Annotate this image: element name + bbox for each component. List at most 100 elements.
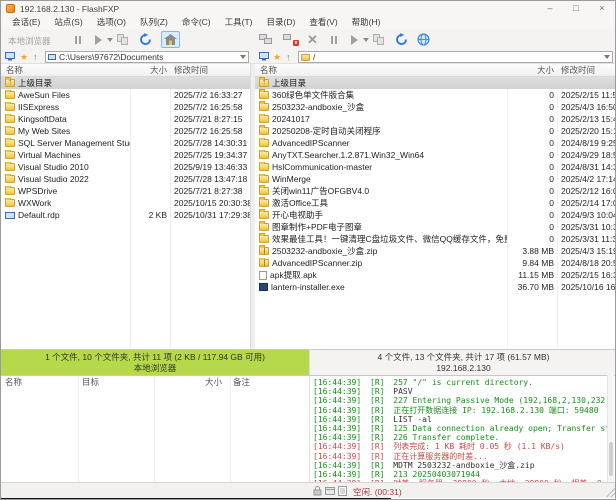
file-row[interactable]: Default.rdp 2 KB 2025/10/31 17:29:38 — [1, 209, 250, 221]
refresh-local-button[interactable] — [139, 32, 152, 47]
column-header-name[interactable]: 名称 — [255, 64, 507, 76]
file-row[interactable]: 360绿色单文件版合集 0 2025/2/15 11:54: — [255, 89, 616, 101]
menu-item[interactable]: 帮助(H) — [345, 16, 388, 29]
sort-indicator-icon: ˆ — [173, 64, 176, 71]
menu-item[interactable]: 站点(S) — [47, 16, 89, 29]
file-row[interactable]: My Web Sites 2025/7/2 16:25:58 — [1, 125, 250, 137]
disconnect-button[interactable]: x — [283, 32, 297, 47]
pause-button[interactable] — [75, 32, 81, 47]
file-row[interactable]: IISExpress 2025/7/2 16:25:58 — [1, 101, 250, 113]
local-tree-toggle[interactable] — [5, 52, 15, 63]
queue-start-button[interactable] — [351, 32, 358, 47]
file-row[interactable]: 激活Office工具 0 2025/2/14 17:04: — [255, 197, 616, 209]
folder-icon — [301, 54, 310, 61]
file-row[interactable]: 图章制作+PDF电子图章 0 2025/3/31 10:30: — [255, 221, 616, 233]
column-header-size[interactable]: 大小 — [130, 64, 170, 76]
transfer-icon — [373, 34, 385, 45]
file-name: 激活Office工具 — [272, 197, 328, 209]
remote-path-combobox[interactable]: / — [298, 51, 613, 63]
local-go-up-button[interactable]: ↑ — [33, 52, 38, 62]
globe-icon — [417, 33, 430, 46]
file-name: 图章制作+PDF电子图章 — [272, 221, 362, 233]
local-path-combobox[interactable]: C:\Users\97672\Documents — [45, 51, 249, 63]
remote-favorites-button[interactable]: ★ — [273, 52, 281, 62]
close-button[interactable]: × — [589, 1, 615, 16]
parent-directory-row[interactable]: 上级目录 — [255, 77, 616, 89]
chevron-down-icon[interactable] — [604, 55, 610, 59]
refresh-remote-button[interactable] — [395, 32, 408, 47]
menu-item[interactable]: 会话(E) — [5, 16, 47, 29]
menu-item[interactable]: 队列(Z) — [133, 16, 175, 29]
file-row[interactable]: lantern-installer.exe 36.70 MB 2025/10/1… — [255, 281, 616, 293]
local-browser-label[interactable]: 本地浏览器 — [8, 35, 51, 47]
file-row[interactable]: Visual Studio 2010 2025/9/19 13:46:33 — [1, 161, 250, 173]
column-header-name[interactable]: 名称 — [1, 64, 130, 76]
queue-pause-button[interactable] — [331, 32, 337, 47]
queue-column-name[interactable]: 名称 — [1, 376, 78, 388]
menu-item[interactable]: 目录(D) — [260, 16, 303, 29]
file-row[interactable]: 2503232-andboxie_沙盒 0 2025/4/3 16:50:0 — [255, 101, 616, 113]
start-transfer-button[interactable] — [95, 32, 102, 47]
file-row[interactable]: WXWork 2025/10/15 20:30:38 — [1, 197, 250, 209]
minimize-button[interactable]: – — [537, 1, 563, 16]
site-browser-button[interactable] — [417, 32, 430, 47]
file-row[interactable]: 2503232-andboxie_沙盒.zip 3.88 MB 2025/4/3… — [255, 245, 616, 257]
file-row[interactable]: apk提取.apk 11.15 MB 2025/2/15 16:37: — [255, 269, 616, 281]
log-timestamp: [16:44:39] — [313, 442, 361, 451]
transfer-queue-panel[interactable]: 名称 目标 大小 备注 — [1, 375, 309, 482]
file-row[interactable]: 20241017 0 2025/2/13 15:45: — [255, 113, 616, 125]
local-favorites-button[interactable]: ★ — [20, 52, 28, 62]
file-size: 0 — [507, 138, 557, 148]
file-modified: 2024/9/3 10:04:0 — [557, 210, 616, 220]
scrollbar-thumb[interactable] — [609, 442, 613, 476]
connect-button[interactable] — [259, 32, 273, 47]
file-row[interactable]: Virtual Machines 2025/7/25 19:34:37 — [1, 149, 250, 161]
file-row[interactable]: AweSun Files 2025/7/2 16:33:27 — [1, 89, 250, 101]
log-timestamp: [16:44:39] — [313, 387, 361, 396]
file-row[interactable]: AdvancedIPScanner.zip 9.84 MB 2024/8/18 … — [255, 257, 616, 269]
file-row[interactable]: 关闭win11广告OFGBV4.0 0 2025/2/12 16:02: — [255, 185, 616, 197]
file-modified: 2025/3/31 10:30: — [557, 222, 616, 232]
log-tag: [R] — [370, 461, 384, 470]
drive-icon — [48, 54, 56, 60]
remote-transfer-mode-button[interactable] — [373, 32, 385, 47]
file-row[interactable]: AdvancedIPScanner 0 2024/8/19 9:25:0 — [255, 137, 616, 149]
column-header-size[interactable]: 大小 — [507, 64, 557, 76]
file-row[interactable]: 开心电视助手 0 2024/9/3 10:04:0 — [255, 209, 616, 221]
menu-item[interactable]: 工具(T) — [218, 16, 260, 29]
file-row[interactable]: Visual Studio 2022 2025/7/28 13:47:18 — [1, 173, 250, 185]
log-scrollbar[interactable] — [607, 375, 614, 482]
file-size: 0 — [507, 114, 557, 124]
resize-grip[interactable] — [606, 487, 616, 497]
file-row[interactable]: SQL Server Management Studio 2025/7/28 1… — [1, 137, 250, 149]
queue-column-size[interactable]: 大小 — [154, 376, 226, 388]
abort-button[interactable]: ✕ — [307, 32, 318, 47]
maximize-button[interactable]: □ — [563, 1, 589, 16]
chevron-down-icon[interactable] — [240, 55, 246, 59]
file-row[interactable]: WinMerge 0 2025/4/2 17:14:0 — [255, 173, 616, 185]
file-row[interactable]: WPSDrive 2025/7/21 8:27:38 — [1, 185, 250, 197]
file-size: 0 — [507, 186, 557, 196]
menu-item[interactable]: 选项(O) — [90, 16, 133, 29]
file-row[interactable]: 效果最佳工具！一键清理C盘垃圾文件、微信QQ缓存文件，免费好用，免安装版本 0 … — [255, 233, 616, 245]
file-row[interactable]: 20250208-定时自动关闭程序 0 2025/2/20 15:17: — [255, 125, 616, 137]
log-timestamp: [16:44:39] — [313, 461, 361, 470]
queue-column-target[interactable]: 目标 — [78, 376, 154, 388]
file-row[interactable]: KingsoftData 2025/7/21 8:27:15 — [1, 113, 250, 125]
parent-directory-row[interactable]: 上级目录 — [1, 77, 250, 89]
file-row[interactable]: AnyTXT.Searcher.1.2.871.Win32_Win64 0 20… — [255, 149, 616, 161]
file-row[interactable]: HslCommunication-master 0 2024/8/31 14:3… — [255, 161, 616, 173]
menu-item[interactable]: 查看(V) — [302, 16, 344, 29]
column-header-modified[interactable]: 修改时间 — [557, 64, 595, 76]
log-line: [16:44:39] [R] PASV — [313, 387, 609, 396]
queue-start-dropdown[interactable] — [363, 32, 369, 47]
menu-item[interactable]: 命令(C) — [175, 16, 218, 29]
remote-tree-toggle[interactable] — [259, 52, 269, 63]
file-modified: 2025/7/28 14:30:31 — [170, 138, 250, 148]
column-separator — [154, 376, 155, 482]
home-button[interactable] — [161, 31, 180, 48]
transfer-mode-button[interactable] — [117, 32, 129, 47]
remote-go-up-button[interactable]: ↑ — [286, 52, 291, 62]
file-name: 开心电视助手 — [272, 209, 323, 221]
transfer-dropdown[interactable] — [107, 32, 113, 47]
